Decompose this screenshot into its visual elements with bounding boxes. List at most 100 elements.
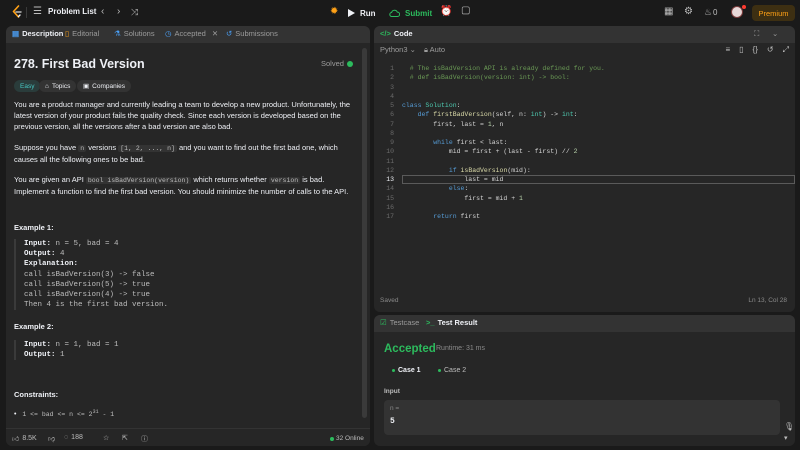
- line-number: 5: [390, 102, 394, 109]
- maximize-icon[interactable]: ⛶: [754, 29, 759, 39]
- tab-code-label: Code: [393, 29, 413, 38]
- inline-code: version: [268, 177, 301, 184]
- pass-dot-icon: [392, 369, 395, 372]
- explanation-label: Explanation:: [24, 260, 79, 269]
- next-problem-icon[interactable]: ›: [117, 6, 120, 18]
- tab-description-label: Description: [22, 29, 64, 38]
- code-line[interactable]: 4: [374, 92, 795, 101]
- problem-list-icon[interactable]: ☰: [33, 6, 42, 18]
- play-icon: [348, 9, 355, 17]
- run-button[interactable]: Run: [348, 6, 376, 20]
- like-button[interactable]: 👍︎ 8.5K: [12, 434, 37, 443]
- line-number: 12: [386, 166, 394, 174]
- format-icon[interactable]: ≡: [725, 45, 730, 55]
- topics-button[interactable]: ⌂ Topics: [39, 80, 77, 92]
- code-line[interactable]: 17 return first: [374, 212, 795, 221]
- code-text: if isBadVersion(mid):: [448, 166, 531, 174]
- prev-problem-icon[interactable]: ‹: [101, 6, 104, 18]
- difficulty-badge: Easy: [14, 80, 41, 92]
- code-line[interactable]: 12 if isBadVersion(mid):: [374, 166, 795, 175]
- close-icon[interactable]: ✕: [212, 29, 218, 38]
- companies-button[interactable]: ▣ Companies: [77, 80, 132, 92]
- line-number: 17: [386, 213, 394, 220]
- tab-code[interactable]: </> Code: [380, 29, 413, 38]
- online-dot-icon: [330, 436, 334, 441]
- notes-icon[interactable]: ▢: [461, 5, 470, 17]
- leetcode-logo-icon[interactable]: [11, 5, 23, 19]
- desc-text: Suppose you have: [14, 143, 77, 152]
- code-line[interactable]: 14 else:: [374, 184, 795, 193]
- premium-button[interactable]: Premium: [752, 5, 795, 21]
- tab-solutions[interactable]: ⚗ Solutions: [114, 29, 155, 38]
- code-line[interactable]: 13 last = mid: [374, 175, 795, 185]
- language-select[interactable]: Python3 ⌄: [380, 45, 416, 54]
- line-number: 4: [390, 92, 394, 100]
- debug-bug-icon[interactable]: ✹: [330, 6, 338, 18]
- terminal-icon: >_: [426, 318, 435, 327]
- divider: [26, 7, 27, 18]
- dislike-button[interactable]: 👎︎: [48, 434, 55, 443]
- code-line[interactable]: 3: [374, 83, 795, 92]
- code-line[interactable]: 9 while first < last:: [374, 138, 795, 147]
- problem-list-label[interactable]: Problem List: [48, 7, 96, 16]
- code-editor-panel: </> Code ⛶ ⌄ Python3 ⌄ 🔒︎ Auto ≡ ▯ {} ↺ …: [374, 26, 795, 312]
- tab-description[interactable]: ▤ Description: [12, 29, 63, 38]
- tab-submissions[interactable]: ↺ Submissions: [226, 29, 278, 38]
- code-line[interactable]: 5 class Solution:: [374, 101, 795, 110]
- code-line[interactable]: 2 # def isBadVersion(version: int) -> bo…: [374, 73, 795, 82]
- fullscreen-icon[interactable]: ⤢: [783, 45, 789, 55]
- code-line[interactable]: 6 def firstBadVersion(self, n: int) -> i…: [374, 110, 795, 119]
- flask-icon: ⚗: [114, 29, 121, 38]
- code-line[interactable]: 7 first, last = 1, n: [374, 120, 795, 129]
- thumbs-up-icon: 👍︎: [12, 436, 20, 443]
- scroll-down-icon[interactable]: ▾: [784, 433, 788, 445]
- tab-editorial[interactable]: ▯ Editorial: [65, 29, 99, 38]
- code-line[interactable]: 10 mid = first + (last - first) // 2: [374, 147, 795, 156]
- code-line[interactable]: 1 # The isBadVersion API is already defi…: [374, 64, 795, 73]
- output-label: Output:: [24, 351, 56, 360]
- shuffle-icon[interactable]: ⤨: [131, 6, 138, 18]
- inline-code: [1, 2, ..., n]: [118, 145, 177, 152]
- code-line[interactable]: 16: [374, 203, 795, 212]
- tab-test-result[interactable]: >_ Test Result: [426, 318, 477, 327]
- code-text: else:: [448, 185, 469, 193]
- braces-icon[interactable]: {}: [753, 45, 758, 55]
- output-value: 1: [55, 351, 65, 360]
- constraint-text: 1 <= bad <= n <= 2: [22, 411, 93, 419]
- favorite-button[interactable]: ☆: [103, 434, 109, 442]
- bookmark-icon[interactable]: ▯: [739, 45, 743, 55]
- submit-button[interactable]: Submit: [389, 6, 432, 20]
- help-button[interactable]: ⓘ: [141, 434, 148, 444]
- history-icon: ↺: [226, 29, 233, 38]
- input-value: 5: [390, 417, 395, 426]
- test-tabbar: ☑ Testcase >_ Test Result: [374, 315, 795, 332]
- line-number: 7: [390, 120, 394, 128]
- tab-testcase[interactable]: ☑ Testcase: [380, 318, 419, 327]
- streak-flame-icon[interactable]: ♨: [704, 6, 712, 18]
- code-editor[interactable]: 1 # The isBadVersion API is already defi…: [374, 64, 795, 294]
- help-icon: ⓘ: [141, 436, 148, 443]
- alarm-clock-icon[interactable]: ⏰: [440, 6, 452, 18]
- line-number: 16: [386, 203, 394, 211]
- layout-grid-icon[interactable]: ▦: [664, 6, 673, 18]
- reset-icon[interactable]: ↺: [767, 45, 774, 55]
- code-line[interactable]: 11: [374, 157, 795, 166]
- code-line[interactable]: 15 first = mid + 1: [374, 194, 795, 203]
- settings-gear-icon[interactable]: ⚙: [684, 6, 693, 18]
- code-text: # def isBadVersion(version: int) -> bool…: [402, 74, 570, 82]
- tab-accepted[interactable]: ◷ Accepted ✕: [165, 29, 218, 38]
- code-line[interactable]: 8: [374, 129, 795, 138]
- microphone-icon[interactable]: 🎙︎: [784, 421, 794, 433]
- case-1-tab[interactable]: Case 1: [392, 367, 421, 374]
- tab-editorial-label: Editorial: [72, 29, 100, 38]
- line-number: 13: [386, 176, 394, 183]
- auto-mode[interactable]: 🔒︎ Auto: [424, 45, 445, 55]
- description-scrollbar[interactable]: [362, 48, 367, 418]
- clock-icon: ◷: [165, 29, 172, 38]
- share-button[interactable]: ⇱: [122, 434, 128, 442]
- case-2-tab[interactable]: Case 2: [438, 367, 466, 374]
- cloud-upload-icon: [389, 9, 400, 17]
- panel-menu-icon[interactable]: ⌄: [772, 29, 778, 38]
- explanation-value: call isBadVersion(3) -> false call isBad…: [24, 270, 169, 310]
- comments-button[interactable]: ◌ 188: [64, 434, 83, 441]
